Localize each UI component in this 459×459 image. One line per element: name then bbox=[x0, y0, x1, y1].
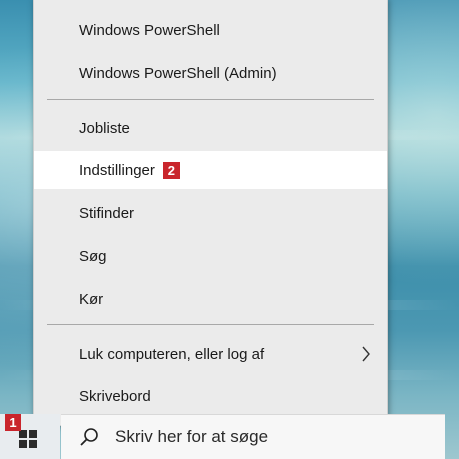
taskbar-search-box[interactable]: Skriv her for at søge bbox=[61, 414, 445, 459]
menu-item-kor[interactable]: Kør bbox=[34, 280, 387, 318]
menu-item-windows-powershell[interactable]: Windows PowerShell bbox=[34, 11, 387, 49]
step-badge: 2 bbox=[162, 161, 180, 179]
menu-item-label: Jobliste bbox=[79, 119, 130, 137]
menu-item-shutdown-signout[interactable]: Luk computeren, eller log af bbox=[34, 335, 387, 373]
chevron-right-icon bbox=[362, 346, 370, 362]
menu-item-label: Stifinder bbox=[79, 204, 135, 222]
winx-context-menu: Windows PowerShell Windows PowerShell (A… bbox=[33, 0, 388, 426]
menu-item-indstillinger[interactable]: Indstillinger 2 bbox=[34, 151, 387, 189]
menu-item-label: Indstillinger bbox=[79, 161, 155, 179]
menu-item-jobliste[interactable]: Jobliste bbox=[34, 109, 387, 147]
menu-separator bbox=[47, 324, 374, 325]
menu-item-label: Windows PowerShell (Admin) bbox=[79, 64, 277, 82]
menu-separator bbox=[47, 99, 374, 100]
menu-item-windows-powershell-admin[interactable]: Windows PowerShell (Admin) bbox=[34, 54, 387, 92]
menu-item-label: Luk computeren, eller log af bbox=[79, 345, 265, 363]
menu-item-label: Windows PowerShell bbox=[79, 21, 220, 39]
menu-item-label: Søg bbox=[79, 247, 107, 265]
menu-item-label: Kør bbox=[79, 290, 104, 308]
menu-item-skrivebord[interactable]: Skrivebord bbox=[34, 377, 387, 415]
windows-logo-icon bbox=[19, 430, 37, 448]
search-icon bbox=[80, 428, 98, 446]
menu-item-label: Skrivebord bbox=[79, 387, 151, 405]
search-placeholder: Skriv her for at søge bbox=[115, 427, 269, 446]
step-badge: 1 bbox=[5, 414, 21, 431]
menu-item-stifinder[interactable]: Stifinder bbox=[34, 194, 387, 232]
menu-item-sog[interactable]: Søg bbox=[34, 237, 387, 275]
